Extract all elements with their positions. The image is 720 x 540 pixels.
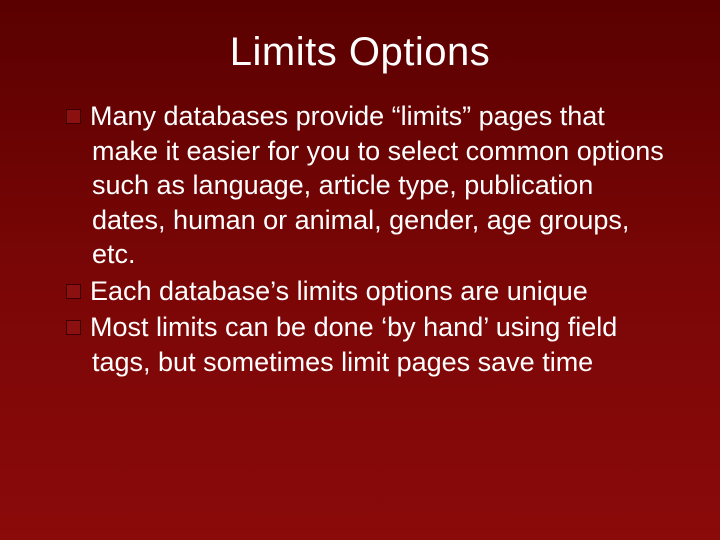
slide-title: Limits Options [40,30,680,75]
bullet-list: Many databases provide “limits” pages th… [40,99,680,379]
slide: Limits Options Many databases provide “l… [0,0,720,540]
list-item: Each database’s limits options are uniqu… [66,274,670,309]
list-item: Many databases provide “limits” pages th… [66,99,670,272]
list-item: Most limits can be done ‘by hand’ using … [66,310,670,379]
